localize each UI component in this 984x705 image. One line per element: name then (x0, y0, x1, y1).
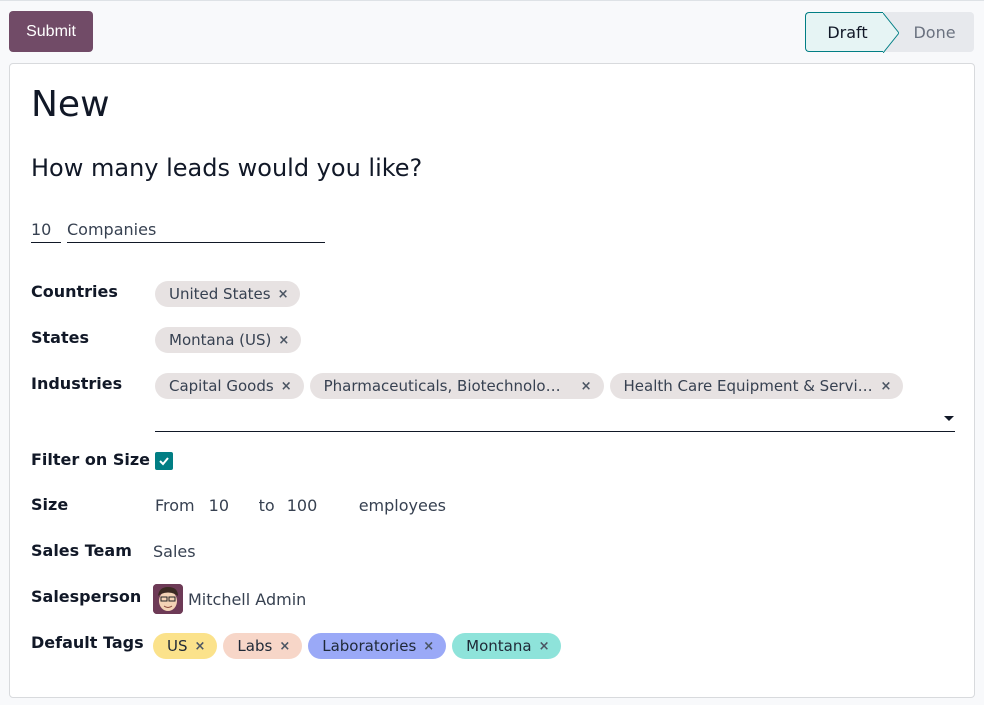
tag-label: Pharmaceuticals, Biotechnolog… (323, 377, 569, 395)
size-field: From 10 to 100 employees (155, 496, 446, 515)
remove-tag-icon[interactable]: × (278, 333, 289, 348)
stage-arrow-icon (883, 13, 899, 53)
salesperson-field[interactable]: Mitchell Admin (153, 584, 306, 614)
salesperson-label: Salesperson (31, 587, 142, 606)
tag-label: Health Care Equipment & Servic… (623, 377, 874, 395)
size-to-label: to (258, 496, 275, 515)
tag-label: Capital Goods (169, 377, 274, 395)
tag-label: Labs (237, 637, 273, 655)
default-tag: Montana × (452, 633, 562, 659)
industry-tag: Health Care Equipment & Servic… × (609, 373, 904, 399)
sales-team-field[interactable]: Sales (153, 542, 196, 561)
form-subtitle: How many leads would you like? (31, 154, 423, 182)
industry-tag: Capital Goods × (155, 373, 304, 399)
record-title: New (31, 84, 110, 125)
tag-label: Laboratories (322, 637, 417, 655)
industries-input-underline (155, 431, 955, 432)
tag-label: Montana (466, 637, 532, 655)
remove-tag-icon[interactable]: × (581, 379, 592, 394)
user-avatar-icon (153, 584, 183, 614)
sales-team-label: Sales Team (31, 541, 132, 560)
remove-tag-icon[interactable]: × (539, 639, 550, 654)
caret-down-icon[interactable] (944, 416, 954, 421)
default-tags-field[interactable]: US × Labs × Laboratories × Montana × (153, 633, 562, 659)
lead-type-select[interactable]: Companies (67, 217, 325, 243)
filter-on-size-label: Filter on Size (31, 450, 150, 469)
default-tag: Labs × (223, 633, 303, 659)
default-tags-label: Default Tags (31, 633, 144, 652)
lead-count-row: 10 Companies (31, 217, 325, 243)
tag-label: US (167, 637, 188, 655)
tag-label: United States (169, 285, 271, 303)
avatar (153, 584, 183, 614)
remove-tag-icon[interactable]: × (278, 287, 289, 302)
remove-tag-icon[interactable]: × (279, 639, 290, 654)
industry-tag: Pharmaceuticals, Biotechnolog… × (309, 373, 604, 399)
size-from-input[interactable]: 10 (195, 496, 259, 515)
size-unit-label: employees (358, 496, 447, 515)
size-label: Size (31, 495, 69, 514)
check-icon (159, 457, 169, 466)
size-to-input[interactable]: 100 (275, 496, 359, 515)
industries-field[interactable]: Capital Goods × Pharmaceuticals, Biotech… (155, 373, 904, 399)
stage-done-label: Done (913, 22, 956, 42)
states-label: States (31, 328, 89, 347)
filter-on-size-checkbox[interactable] (155, 452, 173, 470)
default-tag: US × (153, 633, 218, 659)
country-tag: United States × (155, 281, 301, 307)
filter-on-size-field (155, 452, 173, 470)
industries-label: Industries (31, 374, 123, 393)
states-field[interactable]: Montana (US) × (155, 327, 302, 353)
form-sheet: New How many leads would you like? 10 Co… (9, 63, 975, 698)
state-tag: Montana (US) × (155, 327, 302, 353)
tag-label: Montana (US) (169, 331, 272, 349)
remove-tag-icon[interactable]: × (281, 379, 292, 394)
remove-tag-icon[interactable]: × (195, 639, 206, 654)
status-bar: Draft Done (805, 12, 974, 53)
default-tag: Laboratories × (308, 633, 447, 659)
countries-label: Countries (31, 282, 118, 301)
remove-tag-icon[interactable]: × (423, 639, 434, 654)
stage-draft-label: Draft (827, 22, 868, 42)
lead-count-input[interactable]: 10 (31, 217, 61, 243)
remove-tag-icon[interactable]: × (881, 379, 892, 394)
salesperson-name: Mitchell Admin (188, 589, 307, 609)
submit-button[interactable]: Submit (9, 11, 93, 52)
size-from-label: From (155, 496, 195, 515)
countries-field[interactable]: United States × (155, 281, 301, 307)
stage-draft[interactable]: Draft (805, 12, 899, 53)
